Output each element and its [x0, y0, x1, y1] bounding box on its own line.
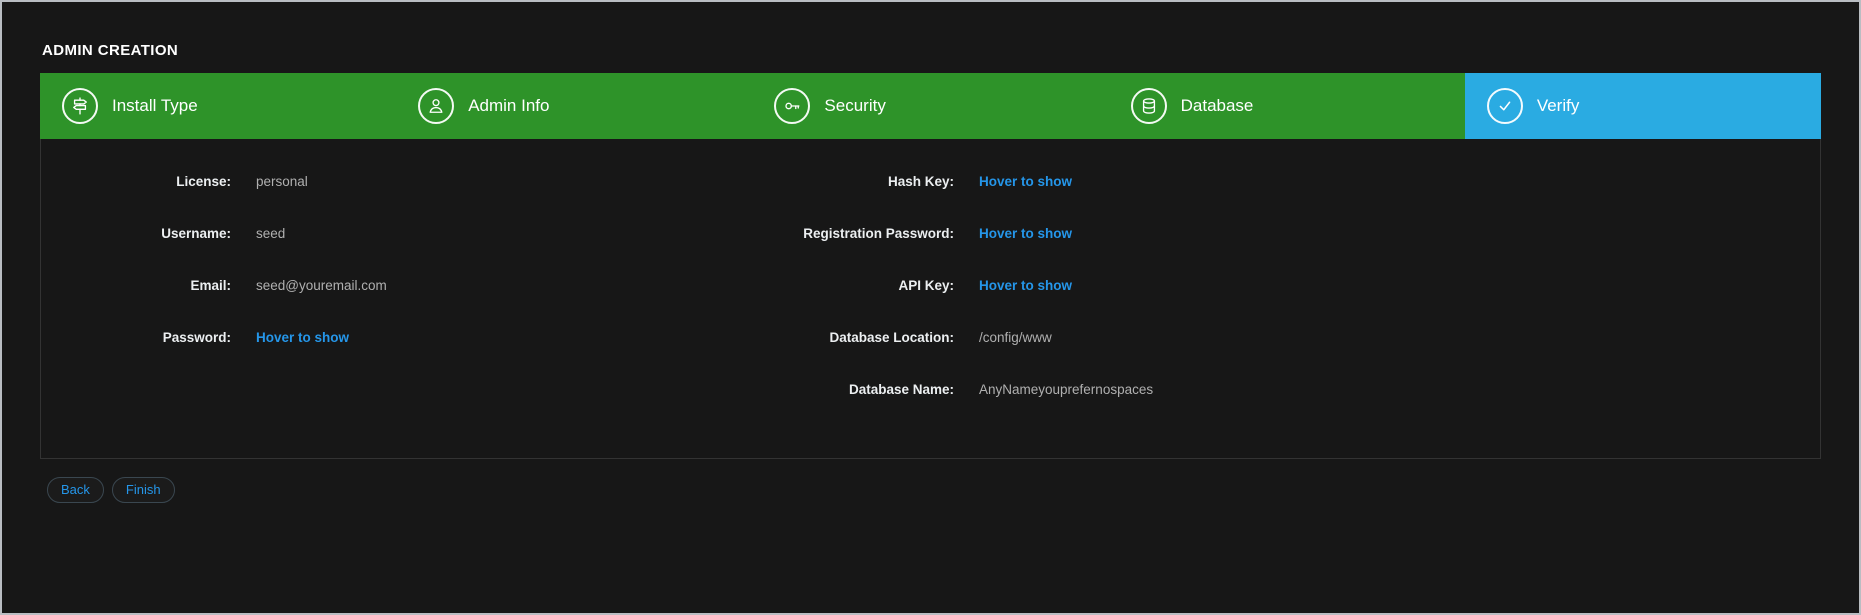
- username-value: seed: [256, 226, 621, 241]
- summary-column-right: Hash Key: Hover to show Registration Pas…: [621, 155, 1820, 458]
- admin-creation-screen: ADMIN CREATION Install Type: [0, 0, 1861, 615]
- key-icon: [774, 88, 810, 124]
- summary-row-api-key: API Key: Hover to show: [621, 259, 1820, 311]
- check-icon: [1487, 88, 1523, 124]
- database-icon: [1131, 88, 1167, 124]
- summary-row-username: Username: seed: [41, 207, 621, 259]
- database-location-label: Database Location:: [621, 330, 954, 345]
- step-admin-info[interactable]: Admin Info: [396, 73, 752, 139]
- step-label-database: Database: [1181, 96, 1254, 116]
- summary-row-email: Email: seed@youremail.com: [41, 259, 621, 311]
- step-label-verify: Verify: [1537, 96, 1580, 116]
- page-title: ADMIN CREATION: [42, 42, 1819, 59]
- summary-row-registration-password: Registration Password: Hover to show: [621, 207, 1820, 259]
- api-key-reveal-link[interactable]: Hover to show: [979, 278, 1820, 293]
- summary-column-left: License: personal Username: seed Email: …: [41, 155, 621, 458]
- step-install-type[interactable]: Install Type: [40, 73, 396, 139]
- step-database[interactable]: Database: [1109, 73, 1465, 139]
- database-location-value: /config/www: [979, 330, 1820, 345]
- license-label: License:: [41, 174, 231, 189]
- admin-creation-card: ADMIN CREATION Install Type: [40, 2, 1821, 459]
- username-label: Username:: [41, 226, 231, 241]
- summary-row-database-location: Database Location: /config/www: [621, 311, 1820, 363]
- summary-row-password: Password: Hover to show: [41, 311, 621, 363]
- summary-row-database-name: Database Name: AnyNameyouprefernospaces: [621, 363, 1820, 415]
- database-name-value: AnyNameyouprefernospaces: [979, 382, 1820, 397]
- wizard-actions: Back Finish: [47, 477, 1821, 503]
- hash-key-reveal-link[interactable]: Hover to show: [979, 174, 1820, 189]
- back-button[interactable]: Back: [47, 477, 104, 503]
- email-label: Email:: [41, 278, 231, 293]
- step-verify[interactable]: Verify: [1465, 73, 1821, 139]
- summary-row-license: License: personal: [41, 155, 621, 207]
- registration-password-label: Registration Password:: [621, 226, 954, 241]
- verify-summary-panel: License: personal Username: seed Email: …: [40, 139, 1821, 459]
- person-icon: [418, 88, 454, 124]
- database-name-label: Database Name:: [621, 382, 954, 397]
- license-value: personal: [256, 174, 621, 189]
- step-label-admin-info: Admin Info: [468, 96, 549, 116]
- api-key-label: API Key:: [621, 278, 954, 293]
- stepper: Install Type Admin Info: [40, 73, 1821, 139]
- step-label-install-type: Install Type: [112, 96, 198, 116]
- password-reveal-link[interactable]: Hover to show: [256, 330, 621, 345]
- signpost-icon: [62, 88, 98, 124]
- registration-password-reveal-link[interactable]: Hover to show: [979, 226, 1820, 241]
- summary-row-hash-key: Hash Key: Hover to show: [621, 155, 1820, 207]
- finish-button[interactable]: Finish: [112, 477, 175, 503]
- step-label-security: Security: [824, 96, 885, 116]
- email-value: seed@youremail.com: [256, 278, 621, 293]
- step-security[interactable]: Security: [752, 73, 1108, 139]
- password-label: Password:: [41, 330, 231, 345]
- hash-key-label: Hash Key:: [621, 174, 954, 189]
